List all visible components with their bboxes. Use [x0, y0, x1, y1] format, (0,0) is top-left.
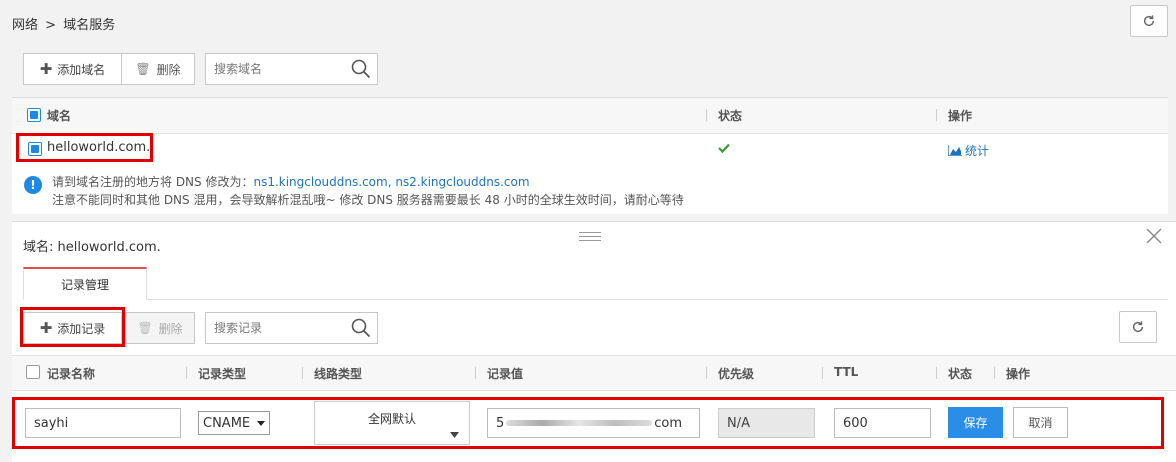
record-search: [205, 312, 378, 344]
column-header-domain[interactable]: 域名: [47, 107, 71, 124]
tab-bar: [23, 299, 1168, 300]
delete-domain-label: 删除: [156, 62, 181, 77]
column-header-status: 状态: [718, 109, 743, 123]
nameserver-links[interactable]: ns1.kingclouddns.com, ns2.kingclouddns.c…: [253, 175, 529, 189]
drag-handle[interactable]: [579, 231, 601, 241]
refresh-icon: [1143, 15, 1155, 27]
record-type-select[interactable]: CNAME: [198, 411, 270, 435]
column-header-status: 状态: [948, 367, 973, 381]
plus-icon: ✚: [39, 319, 53, 337]
column-header-line-type: 线路类型: [314, 367, 363, 381]
domain-row-checkbox[interactable]: [28, 142, 42, 156]
stats-link-label[interactable]: 统计: [965, 142, 989, 159]
save-button-label: 保存: [963, 416, 988, 430]
column-header-record-value: 记录值: [487, 367, 524, 381]
record-value-redacted: [506, 420, 653, 426]
line-type-value: 全网默认: [367, 412, 416, 426]
search-icon[interactable]: [351, 59, 371, 79]
record-value-input[interactable]: 5 com: [487, 408, 700, 438]
column-header-action: 操作: [948, 109, 973, 123]
record-type-value: CNAME: [203, 415, 251, 431]
notice-prefix: 请到域名注册的地方将 DNS 修改为：: [52, 175, 254, 189]
info-icon: !: [24, 176, 42, 194]
save-button[interactable]: 保存: [948, 407, 1003, 438]
delete-domain-button[interactable]: 🗑 删除: [121, 53, 195, 85]
delete-record-button[interactable]: 🗑 删除: [125, 312, 195, 344]
close-icon[interactable]: [1145, 227, 1163, 248]
chart-area-icon: [948, 145, 962, 156]
breadcrumb-parent[interactable]: 网络: [12, 18, 38, 33]
domain-name-link[interactable]: helloworld.com.: [47, 140, 150, 155]
domain-search: [205, 53, 378, 85]
record-refresh-button[interactable]: [1119, 311, 1157, 343]
add-record-button[interactable]: ✚ 添加记录: [23, 312, 122, 344]
detail-title: 域名: helloworld.com.: [23, 240, 161, 255]
trash-icon: 🗑: [137, 321, 153, 335]
delete-record-label: 删除: [158, 321, 183, 336]
notice-line-2: 注意不能同时和其他 DNS 混用，会导致解析混乱哦~ 修改 DNS 服务器需要最…: [52, 193, 684, 207]
line-type-select[interactable]: 全网默认: [314, 401, 470, 445]
breadcrumb: 网络 > 域名服务: [12, 14, 115, 33]
select-all-checkbox[interactable]: [27, 108, 41, 122]
add-domain-button[interactable]: ✚ 添加域名: [23, 53, 122, 85]
record-value-prefix: 5: [496, 415, 505, 431]
breadcrumb-current: 域名服务: [63, 18, 116, 33]
add-record-label: 添加记录: [57, 321, 106, 336]
trash-icon: 🗑: [135, 62, 151, 76]
refresh-icon: [1132, 321, 1144, 333]
column-header-action: 操作: [1006, 367, 1031, 381]
tab-record-management-label: 记录管理: [60, 277, 109, 292]
breadcrumb-separator: >: [45, 18, 57, 33]
domain-table-header: [12, 98, 1168, 134]
cancel-button-label: 取消: [1028, 416, 1053, 430]
record-name-input[interactable]: sayhi: [25, 408, 181, 438]
cancel-button[interactable]: 取消: [1013, 407, 1068, 438]
stats-link[interactable]: 统计: [948, 142, 989, 159]
search-icon[interactable]: [351, 318, 371, 338]
record-select-all-checkbox[interactable]: [26, 365, 40, 379]
check-icon: [718, 142, 730, 157]
priority-input: N/A: [718, 408, 815, 438]
refresh-button[interactable]: [1130, 5, 1168, 37]
caret-down-icon: [257, 420, 265, 426]
notice-line-1: 请到域名注册的地方将 DNS 修改为：ns1.kingclouddns.com,…: [52, 173, 530, 190]
plus-icon: ✚: [39, 60, 53, 78]
tab-record-management[interactable]: 记录管理: [23, 267, 147, 300]
record-value-suffix: com: [654, 415, 683, 431]
column-header-record-name: 记录名称: [47, 367, 96, 381]
column-header-ttl: TTL: [834, 365, 859, 379]
ttl-input[interactable]: 600: [834, 408, 931, 438]
caret-down-icon: [450, 432, 459, 438]
column-header-priority: 优先级: [718, 367, 755, 381]
column-header-record-type: 记录类型: [198, 367, 247, 381]
add-domain-label: 添加域名: [57, 62, 106, 77]
